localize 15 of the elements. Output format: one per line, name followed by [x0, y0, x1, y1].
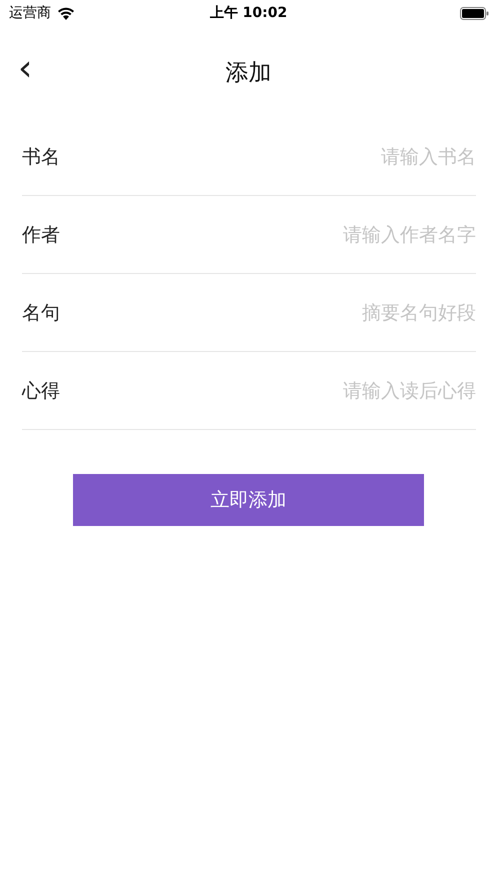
wifi-icon — [57, 6, 75, 20]
back-button[interactable]: ‹ — [12, 51, 38, 93]
status-time: 上午 10:02 — [210, 4, 288, 22]
input-field[interactable]: 摘要名句好段 — [216, 302, 476, 324]
field-label: 书名 — [22, 144, 60, 170]
input-field[interactable]: 请输入读后心得 — [216, 380, 476, 402]
field-label: 心得 — [22, 378, 60, 404]
field-label: 作者 — [22, 222, 60, 248]
page-title: 添加 — [226, 58, 272, 88]
field-label: 名句 — [22, 300, 60, 326]
add-button[interactable]: 立即添加 — [73, 474, 424, 526]
input-field[interactable]: 请输入书名 — [216, 146, 476, 168]
carrier-name: 运营商 — [9, 4, 51, 22]
input-field[interactable]: 请输入作者名字 — [216, 224, 476, 246]
battery-icon — [460, 6, 489, 20]
